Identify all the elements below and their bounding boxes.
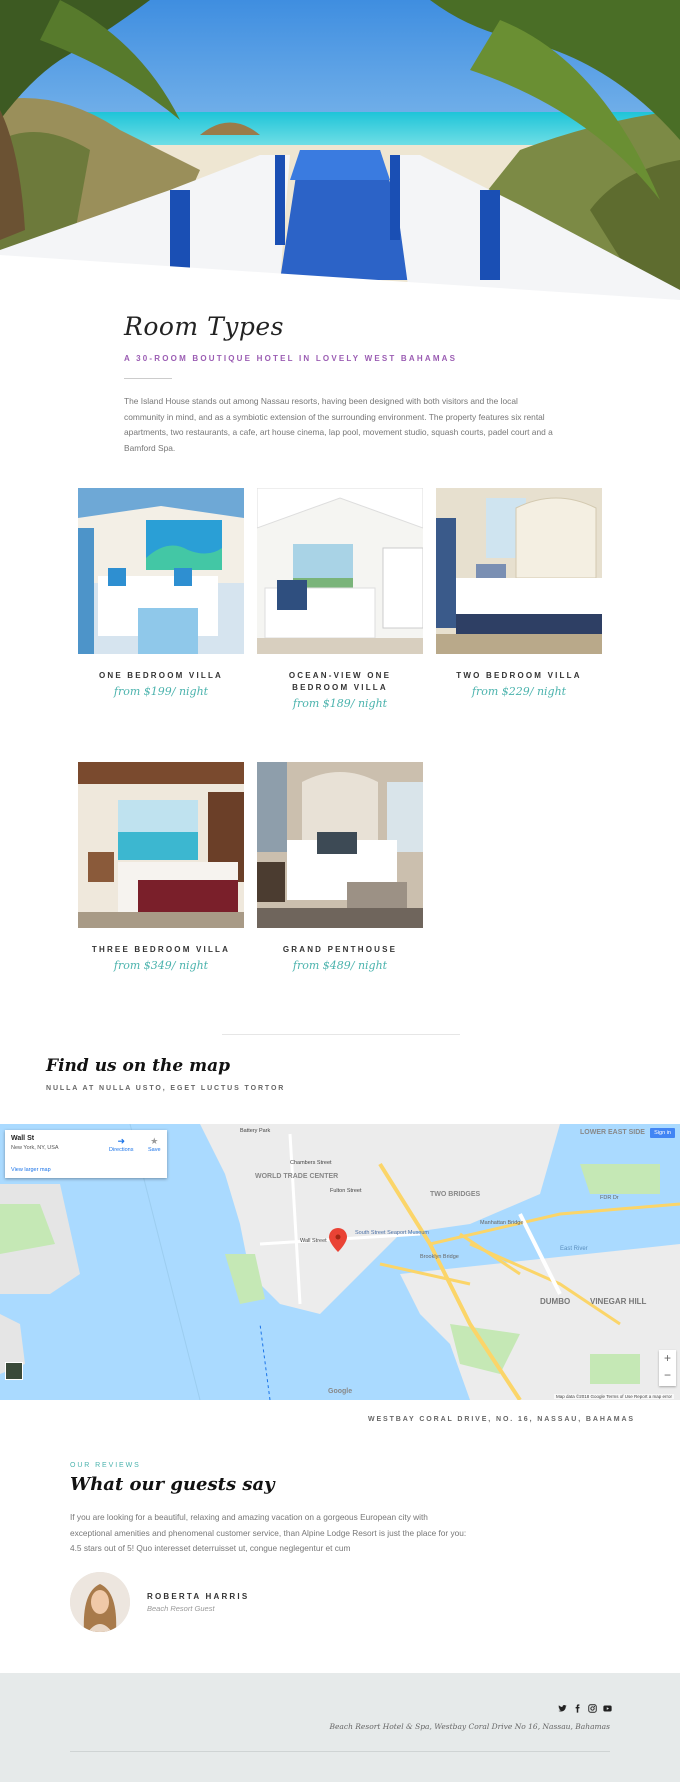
google-logo: Google (328, 1388, 353, 1395)
save-button[interactable]: ★ Save (148, 1136, 161, 1153)
room-types-title: Room Types (124, 312, 285, 341)
room-photo[interactable] (78, 488, 244, 654)
room-card[interactable]: THREE BEDROOM VILLA from $349/ night (78, 762, 244, 972)
reviews-title: What our guests say (70, 1474, 275, 1495)
room-photo[interactable] (257, 762, 423, 928)
map-info-card: Wall St New York, NY, USA ➜ Directions ★… (5, 1130, 167, 1178)
room-photo[interactable] (78, 762, 244, 928)
instagram-icon[interactable] (588, 1704, 597, 1713)
facebook-icon[interactable] (573, 1704, 582, 1713)
google-map[interactable]: WORLD TRADE CENTER TWO BRIDGES DUMBO VIN… (0, 1124, 680, 1400)
room-price: from $199/ night (113, 685, 209, 698)
room-card[interactable]: ONE BEDROOM VILLA from $199/ night (78, 488, 244, 698)
map-place-name: Wall St (11, 1135, 35, 1142)
review-text: If you are looking for a beautiful, rela… (70, 1512, 467, 1553)
room-card[interactable]: TWO BEDROOM VILLA from $229/ night (436, 488, 602, 698)
divider (124, 378, 172, 379)
reviews-label: OUR REVIEWS (70, 1462, 141, 1469)
room-card[interactable]: OCEAN-VIEW ONE BEDROOM VILLA from $189/ … (257, 488, 423, 710)
map-label: LOWER EAST SIDE (580, 1129, 645, 1136)
map-label: TWO BRIDGES (430, 1191, 480, 1198)
map-label: Fulton Street (330, 1188, 362, 1194)
map-sign-in-button[interactable]: Sign in (650, 1128, 675, 1138)
map-label: Brooklyn Bridge (420, 1254, 459, 1260)
reviewer-role: Beach Resort Guest (147, 1604, 215, 1613)
room-types-subtitle: A 30-ROOM BOUTIQUE HOTEL IN LOVELY WEST … (124, 354, 458, 363)
room-photo[interactable] (257, 488, 423, 654)
youtube-icon[interactable] (603, 1704, 612, 1713)
map-label: WORLD TRADE CENTER (255, 1173, 338, 1180)
map-satellite-toggle[interactable] (5, 1362, 23, 1380)
map-label: East River (560, 1246, 588, 1252)
room-price: from $189/ night (292, 697, 388, 710)
social-links (558, 1704, 612, 1713)
map-section-subtitle: NULLA AT NULLA USTO, EGET LUCTUS TORTOR (46, 1085, 286, 1092)
room-name: OCEAN-VIEW ONE BEDROOM VILLA (288, 671, 392, 692)
map-place-address: New York, NY, USA (11, 1145, 59, 1151)
hero-image (0, 0, 680, 300)
map-label: Wall Street (300, 1238, 327, 1244)
directions-button[interactable]: ➜ Directions (109, 1136, 133, 1153)
zoom-in-button[interactable]: + (659, 1350, 676, 1367)
hotel-address: WESTBAY CORAL DRIVE, NO. 16, NASSAU, BAH… (367, 1416, 635, 1423)
map-label: FDR Dr (600, 1195, 619, 1201)
room-name: GRAND PENTHOUSE (282, 945, 398, 954)
map-label: Chambers Street (290, 1160, 332, 1166)
room-price: from $349/ night (113, 959, 209, 972)
map-section-title: Find us on the map (46, 1056, 230, 1076)
star-icon: ★ (150, 1136, 159, 1146)
zoom-out-button[interactable]: − (659, 1367, 676, 1384)
footer-address: Beach Resort Hotel & Spa, Westbay Coral … (329, 1722, 610, 1731)
map-zoom-control: + − (659, 1350, 676, 1386)
room-name: TWO BEDROOM VILLA (456, 671, 582, 680)
reviewer-name: ROBERTA HARRIS (147, 1592, 250, 1601)
map-label: VINEGAR HILL (590, 1297, 647, 1306)
map-label: Battery Park (240, 1128, 271, 1134)
room-price: from $489/ night (292, 959, 388, 972)
map-label: South Street Seaport Museum (355, 1230, 429, 1236)
map-label: DUMBO (540, 1297, 570, 1306)
footer-divider (70, 1751, 610, 1752)
map-terms[interactable]: Map data ©2018 Google Terms of Use Repor… (553, 1394, 674, 1399)
map-label: Manhattan Bridge (480, 1220, 523, 1226)
room-card[interactable]: GRAND PENTHOUSE from $489/ night (257, 762, 423, 972)
directions-icon: ➜ (117, 1136, 125, 1146)
room-name: ONE BEDROOM VILLA (98, 671, 224, 680)
view-larger-map-link[interactable]: View larger map (11, 1167, 51, 1173)
avatar (70, 1572, 130, 1632)
room-price: from $229/ night (471, 685, 567, 698)
room-photo[interactable] (436, 488, 602, 654)
room-types-description: The Island House stands out among Nassau… (124, 396, 553, 453)
room-name: THREE BEDROOM VILLA (91, 945, 231, 954)
section-divider (222, 1034, 460, 1035)
twitter-icon[interactable] (558, 1704, 567, 1713)
